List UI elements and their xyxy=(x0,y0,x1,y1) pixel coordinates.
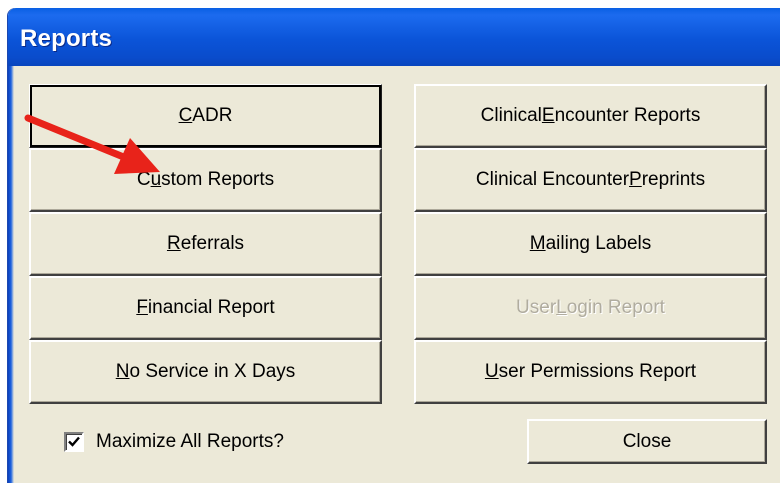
maximize-all-reports-option[interactable]: Maximize All Reports? xyxy=(64,431,284,453)
window-title: Reports xyxy=(20,25,113,52)
window-border xyxy=(8,66,14,483)
no-service-in-x-days-button[interactable]: No Service in X Days xyxy=(29,340,382,404)
user-permissions-report-button[interactable]: User Permissions Report xyxy=(414,340,767,404)
cadr-button[interactable]: C ADR xyxy=(29,84,382,148)
clinical-encounter-preprints-button[interactable]: Clinical Encounter Preprints xyxy=(414,148,767,212)
mailing-labels-button[interactable]: Mailing Labels xyxy=(414,212,767,276)
referrals-button[interactable]: Referrals xyxy=(29,212,382,276)
clinical-encounter-reports-button[interactable]: Clinical Encounter Reports xyxy=(414,84,767,148)
maximize-all-reports-label: Maximize All Reports? xyxy=(96,431,284,452)
close-button[interactable]: Close xyxy=(527,419,767,464)
maximize-all-reports-checkbox[interactable] xyxy=(64,432,84,452)
reports-dialog: Reports C ADR Cu stom Reports Referrals Fi… xyxy=(8,8,780,483)
custom-reports-button[interactable]: Cu stom Reports xyxy=(29,148,382,212)
title-bar[interactable]: Reports xyxy=(8,8,780,66)
user-login-report-button: User Login Report xyxy=(414,276,767,340)
financial-report-button[interactable]: Financial Report xyxy=(29,276,382,340)
checkmark-icon xyxy=(68,436,80,447)
